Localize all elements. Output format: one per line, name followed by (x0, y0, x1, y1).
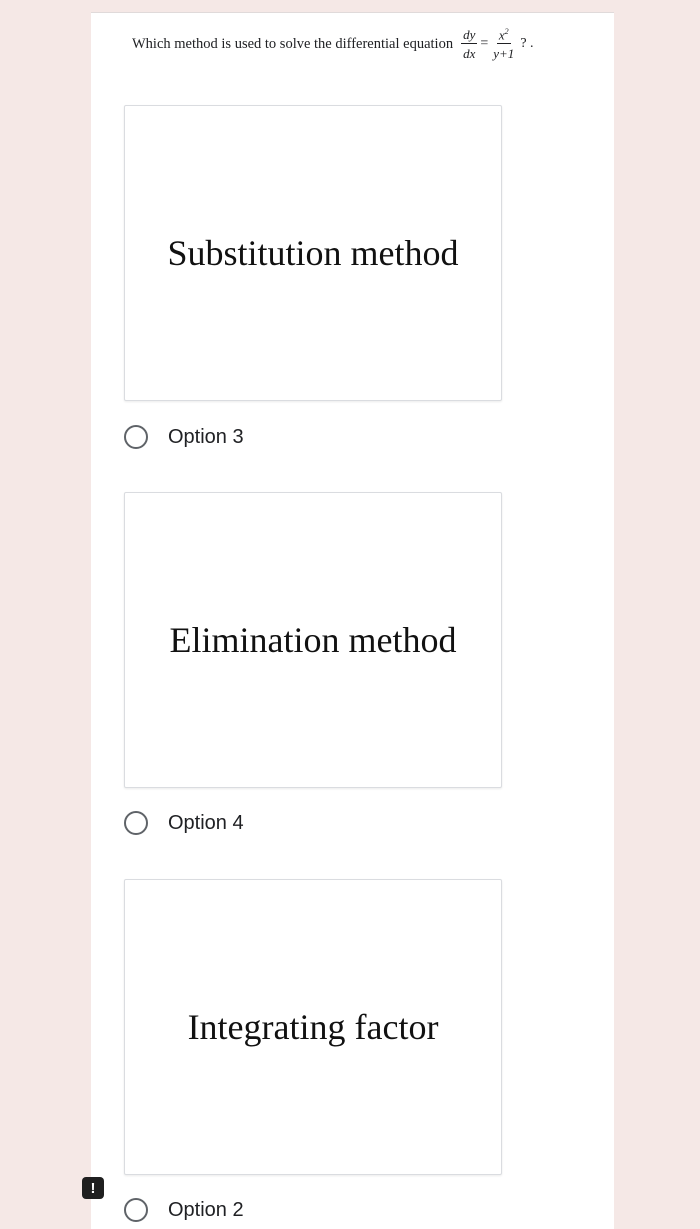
lhs-denominator: dx (463, 46, 476, 61)
equation-rhs: x2 y+1 (491, 26, 516, 62)
option-image-text: Elimination method (169, 620, 457, 660)
radio-button[interactable] (124, 425, 148, 449)
option-image: Integrating factor (124, 879, 502, 1175)
option-row[interactable]: Option 2 (124, 1195, 244, 1225)
rhs-denominator: y+1 (493, 46, 515, 62)
radio-button[interactable] (124, 1198, 148, 1222)
option-label[interactable]: Option 4 (168, 812, 244, 835)
option-label[interactable]: Option 3 (168, 426, 244, 449)
lhs-numerator: dy (461, 27, 478, 44)
page: Which method is used to solve the differ… (0, 0, 700, 1229)
option-image: Elimination method (124, 492, 502, 788)
report-icon[interactable]: ! (82, 1177, 104, 1199)
radio-button[interactable] (124, 811, 148, 835)
equals-sign: = (480, 36, 489, 51)
question-text: Which method is used to solve the differ… (132, 24, 534, 64)
question-suffix: ? . (520, 36, 534, 51)
equation-lhs: dy dx (461, 27, 478, 61)
rhs-numerator-exponent: 2 (504, 26, 509, 36)
option-row[interactable]: Option 4 (124, 808, 244, 838)
option-label[interactable]: Option 2 (168, 1199, 244, 1222)
option-image-text: Substitution method (167, 233, 459, 273)
question-label: Which method is used to solve the differ… (132, 35, 454, 52)
rhs-numerator: x2 (496, 26, 511, 45)
option-image-text: Integrating factor (187, 1007, 439, 1047)
option-image: Substitution method (124, 105, 502, 401)
option-row[interactable]: Option 3 (124, 422, 244, 452)
